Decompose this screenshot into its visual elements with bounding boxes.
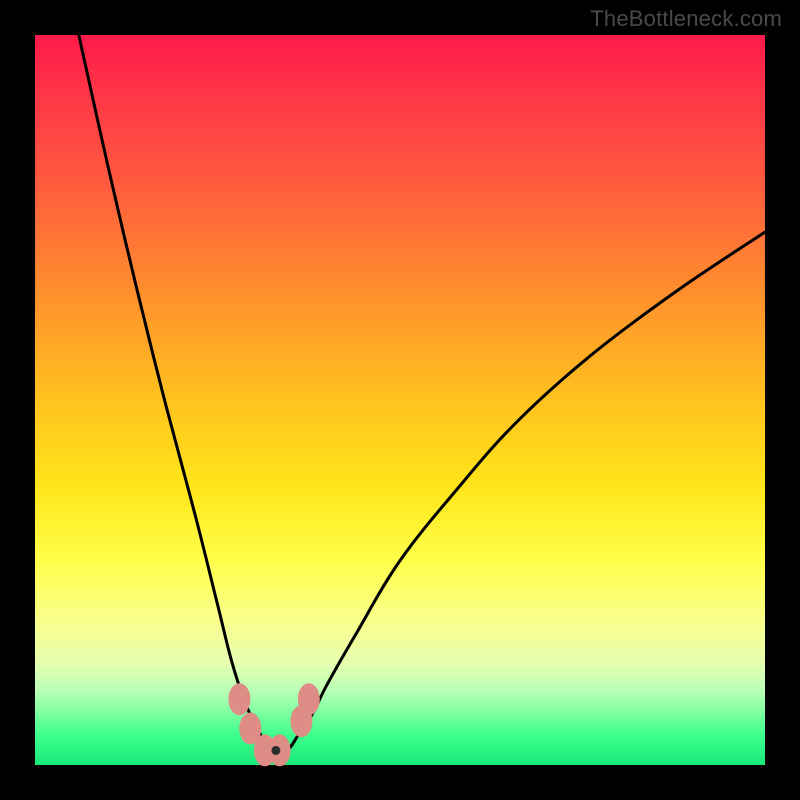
minimum-dot: [271, 746, 280, 755]
marker-layer: [35, 35, 765, 765]
watermark-text: TheBottleneck.com: [590, 6, 782, 32]
chart-stage: TheBottleneck.com: [0, 0, 800, 800]
curve-marker: [228, 683, 250, 715]
curve-marker: [298, 683, 320, 715]
plot-area: [35, 35, 765, 765]
